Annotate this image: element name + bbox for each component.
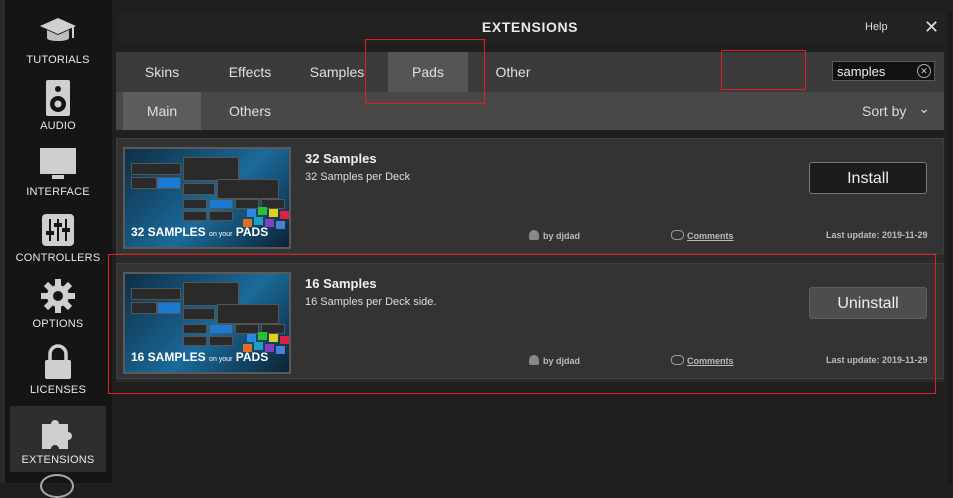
thumb-caption-small: on your (209, 356, 233, 363)
puzzle-icon (10, 412, 106, 452)
subtab-main[interactable]: Main (123, 92, 201, 130)
last-update: Last update: 2019-11-29 (826, 355, 928, 365)
sidebar-edge (0, 0, 5, 483)
sub-tabs: Main Others Sort by ⌄ (116, 92, 944, 130)
sidebar-label: EXTENSIONS (21, 454, 95, 466)
thumb-caption-small: on your (209, 231, 233, 238)
sidebar-item-extensions[interactable]: EXTENSIONS (10, 406, 106, 472)
sidebar: TUTORIALS AUDIO INTERFACE CONTROLLERS OP… (0, 0, 112, 498)
lock-icon (10, 342, 106, 382)
uninstall-button[interactable]: Uninstall (809, 287, 927, 319)
install-button[interactable]: Install (809, 162, 927, 194)
last-update-text: Last update: 2019-11-29 (826, 355, 928, 365)
comments-text: Comments (687, 356, 734, 366)
subtab-others[interactable]: Others (208, 92, 292, 130)
extension-card-32-samples[interactable]: 32 SAMPLES on your PADS 32 Samples 32 Sa… (116, 138, 944, 254)
gear-icon (10, 276, 106, 316)
sliders-icon (10, 210, 106, 250)
search-input[interactable] (837, 63, 911, 79)
sidebar-label: LICENSES (29, 384, 86, 396)
tab-samples[interactable]: Samples (292, 52, 382, 92)
thumb-caption-pads: PADS (235, 225, 269, 239)
tab-effects[interactable]: Effects (208, 52, 292, 92)
comments-link[interactable]: Comments (671, 355, 734, 366)
extension-title: 32 Samples (305, 151, 377, 166)
extension-title: 16 Samples (305, 276, 377, 291)
scrollbar[interactable] (948, 12, 952, 483)
comments-text: Comments (687, 231, 734, 241)
sidebar-label: TUTORIALS (26, 54, 90, 66)
extension-description: 32 Samples per Deck (305, 171, 411, 183)
sidebar-next-icon (40, 474, 74, 498)
sidebar-label: AUDIO (40, 120, 76, 132)
sidebar-item-options[interactable]: OPTIONS (10, 270, 106, 336)
help-link[interactable]: Help (865, 21, 888, 33)
comment-icon (671, 355, 684, 365)
clear-search-icon[interactable]: ✕ (917, 64, 931, 78)
tab-skins[interactable]: Skins (116, 52, 208, 92)
close-icon[interactable]: ✕ (924, 17, 939, 37)
tab-other[interactable]: Other (472, 52, 554, 92)
extension-thumbnail: 16 SAMPLES on your PADS (123, 272, 291, 374)
sidebar-item-interface[interactable]: INTERFACE (10, 138, 106, 204)
sidebar-item-audio[interactable]: AUDIO (10, 72, 106, 138)
category-tabs: Skins Effects Samples Pads Other ✕ (116, 52, 944, 92)
monitor-icon (10, 144, 106, 184)
sort-by-dropdown[interactable]: Sort by ⌄ (862, 92, 930, 130)
chevron-down-icon: ⌄ (918, 100, 930, 116)
sidebar-item-controllers[interactable]: CONTROLLERS (10, 204, 106, 270)
comments-link[interactable]: Comments (671, 230, 734, 241)
title-bar: EXTENSIONS Help ✕ (116, 12, 944, 44)
author-text: by djdad (543, 356, 581, 366)
speaker-icon (10, 78, 106, 118)
thumb-caption: 32 SAMPLES (131, 225, 206, 239)
sort-by-label: Sort by (862, 103, 907, 119)
sidebar-item-tutorials[interactable]: TUTORIALS (10, 6, 106, 72)
last-update-text: Last update: 2019-11-29 (826, 230, 928, 240)
extension-author: by djdad (529, 355, 580, 366)
search-box: ✕ (832, 61, 935, 81)
sidebar-label: OPTIONS (32, 318, 84, 330)
last-update: Last update: 2019-11-29 (826, 230, 928, 240)
extension-author: by djdad (529, 230, 580, 241)
extension-thumbnail: 32 SAMPLES on your PADS (123, 147, 291, 249)
author-text: by djdad (543, 231, 581, 241)
user-icon (529, 230, 539, 240)
extension-list: 32 SAMPLES on your PADS 32 Samples 32 Sa… (116, 138, 944, 382)
page-title: EXTENSIONS (481, 19, 579, 35)
sidebar-item-licenses[interactable]: LICENSES (10, 336, 106, 402)
graduation-cap-icon (10, 12, 106, 52)
extension-card-16-samples[interactable]: 16 SAMPLES on your PADS 16 Samples 16 Sa… (116, 263, 944, 379)
sidebar-label: INTERFACE (26, 186, 90, 198)
tab-pads[interactable]: Pads (388, 52, 468, 92)
comment-icon (671, 230, 684, 240)
extension-description: 16 Samples per Deck side. (305, 296, 437, 308)
extensions-panel: EXTENSIONS Help ✕ Skins Effects Samples … (112, 0, 953, 483)
thumb-caption-pads: PADS (235, 350, 269, 364)
thumb-caption: 16 SAMPLES (131, 350, 206, 364)
sidebar-label: CONTROLLERS (15, 252, 101, 264)
user-icon (529, 355, 539, 365)
